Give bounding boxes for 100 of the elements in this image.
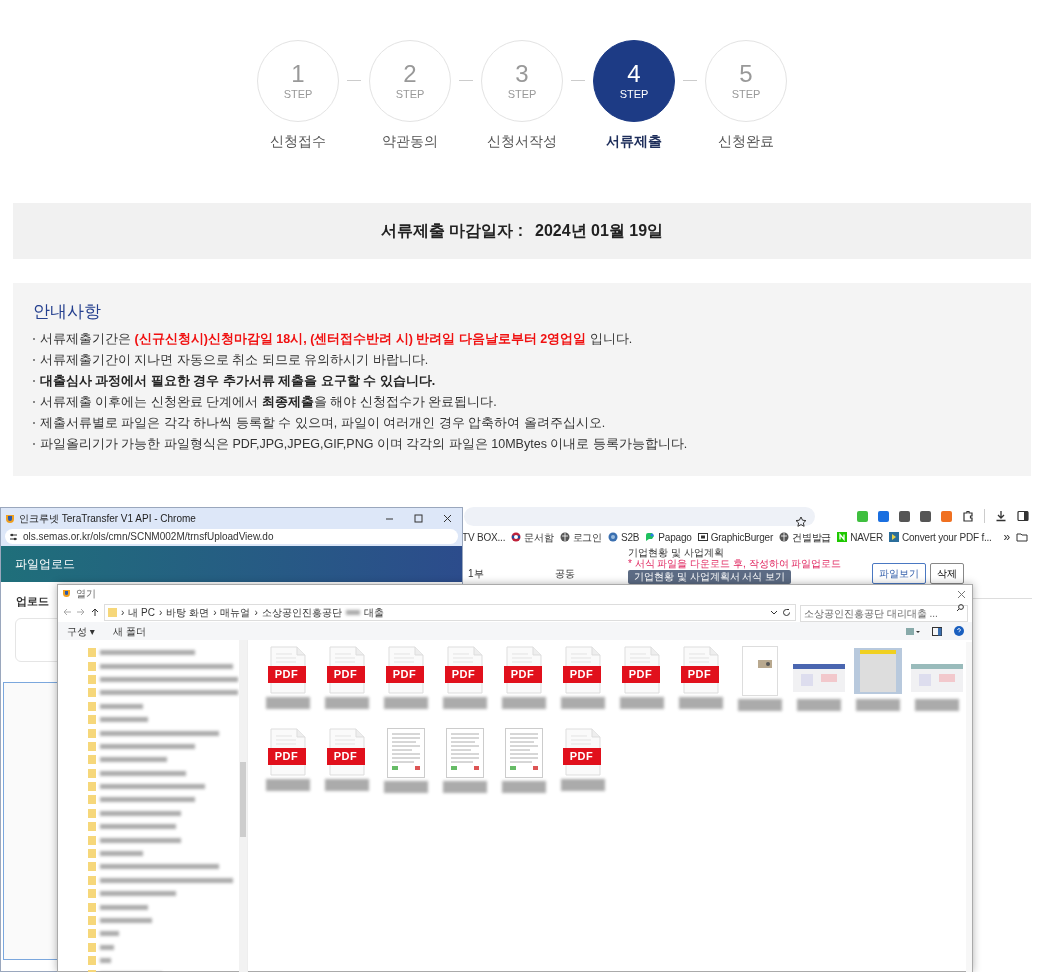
blurred-label[interactable]	[100, 730, 219, 736]
blurred-label[interactable]	[100, 891, 176, 897]
search-icon[interactable]	[956, 604, 964, 612]
document-thumbnail[interactable]	[741, 646, 778, 696]
blurred-label[interactable]	[100, 810, 181, 816]
notice-text: 서류제출기간은 (신규신청시)신청마감일 18시, (센터접수반려 시) 반려일 다음날로부터 2영업일 입니다.	[40, 330, 633, 348]
side-panel-icon[interactable]	[1017, 510, 1029, 522]
close-icon[interactable]	[957, 589, 966, 599]
scrollbar[interactable]	[966, 642, 972, 972]
template-button[interactable]: 기업현황 및 사업계획서 서식 보기	[628, 570, 792, 584]
blurred-label[interactable]	[100, 770, 186, 776]
blurred-label[interactable]	[100, 864, 219, 870]
blurred-label[interactable]	[100, 851, 143, 857]
window-title: 인크루넷 TeraTransfer V1 API - Chrome	[19, 512, 197, 526]
path-separator: ›	[254, 605, 258, 620]
maximize-icon[interactable]	[414, 514, 423, 523]
delete-button[interactable]: 삭제	[930, 562, 964, 584]
pdf-file-icon[interactable]: PDF	[562, 728, 603, 776]
blurred-label[interactable]	[100, 676, 238, 682]
image-thumbnail[interactable]	[851, 646, 904, 696]
folder-icon[interactable]	[1016, 532, 1028, 542]
view-icon[interactable]	[906, 626, 920, 636]
pdf-file-icon[interactable]: PDF	[326, 728, 367, 776]
document-thumbnail[interactable]	[386, 728, 425, 778]
bookmark-link[interactable]: GraphicBurger	[710, 529, 774, 545]
blurred-label[interactable]	[100, 904, 148, 910]
app-icon	[5, 513, 15, 524]
path-segment[interactable]: 대출	[363, 604, 384, 620]
pdf-file-icon[interactable]: PDF	[326, 646, 367, 694]
blurred-label[interactable]	[100, 944, 115, 950]
blurred-label[interactable]	[100, 650, 195, 656]
site-settings-icon[interactable]	[9, 532, 18, 541]
pdf-file-icon[interactable]: PDF	[444, 646, 485, 694]
blurred-label	[501, 697, 546, 709]
notice-text: 제출서류별로 파일은 각각 하나씩 등록할 수 있으며, 파일이 여러개인 경우 압축하여 올려주십시오.	[40, 414, 606, 432]
blurred-label[interactable]	[100, 703, 143, 709]
preview-pane-icon[interactable]	[932, 626, 942, 636]
bookmark-link[interactable]: 건별발급	[792, 529, 832, 545]
bookmark-link[interactable]: TV BOX...	[462, 529, 506, 545]
search-field[interactable]: 소상공인진흥공단 대리대출 ...	[800, 605, 968, 622]
path-segment[interactable]: 바탕 화면	[166, 604, 210, 620]
refresh-icon[interactable]	[782, 607, 791, 617]
url-field[interactable]: ols.semas.or.kr/ols/cmn/SCNM002M/trnsfUploadView.do	[5, 529, 458, 544]
pdf-file-icon[interactable]: PDF	[267, 728, 308, 776]
up-icon[interactable]	[90, 607, 100, 617]
blurred-label[interactable]	[100, 877, 233, 883]
help-icon[interactable]	[954, 626, 964, 636]
blurred-label	[383, 697, 428, 709]
blurred-label[interactable]	[100, 918, 153, 923]
extension-icon[interactable]	[899, 510, 910, 522]
blurred-label[interactable]	[100, 931, 119, 937]
pdf-file-icon[interactable]: PDF	[562, 646, 603, 694]
path-segment[interactable]: 매뉴얼	[220, 604, 251, 620]
more-bookmarks-button[interactable]: »	[1003, 528, 1010, 546]
page-header: 파일업로드	[1, 546, 462, 582]
step-circle[interactable]: 4 STEP	[593, 40, 675, 122]
blurred-label[interactable]	[100, 690, 238, 696]
blurred-label[interactable]	[100, 743, 195, 749]
pdf-file-icon[interactable]: PDF	[680, 646, 721, 694]
extension-icon[interactable]	[920, 510, 931, 522]
close-icon[interactable]	[443, 514, 452, 523]
view-file-button[interactable]: 파일보기	[872, 562, 926, 584]
table-cell: 기업현황 및 사업계획	[628, 547, 724, 558]
path-bar[interactable]: › 내 PC › 바탕 화면 › 매뉴얼 › 소상공인진흥공단 대출	[104, 603, 796, 621]
bookmark-link[interactable]: 문서함	[524, 529, 554, 545]
blurred-label[interactable]	[100, 784, 205, 790]
star-icon[interactable]	[795, 516, 807, 529]
pdf-file-icon[interactable]: PDF	[621, 646, 662, 694]
path-segment[interactable]: 소상공인진흥공단	[261, 604, 342, 620]
document-thumbnail[interactable]	[445, 728, 484, 778]
blurred-label[interactable]	[100, 958, 112, 964]
bookmark-link[interactable]: 로그인	[572, 529, 603, 545]
path-segment[interactable]: 내 PC	[128, 604, 155, 620]
blurred-label[interactable]	[100, 797, 195, 803]
document-thumbnail[interactable]	[504, 728, 543, 778]
bookmark-link[interactable]: S2B	[621, 529, 640, 545]
blurred-label[interactable]	[100, 717, 148, 723]
pdf-file-icon[interactable]: PDF	[503, 646, 544, 694]
pdf-file-icon[interactable]: PDF	[267, 646, 308, 694]
bookmark-link[interactable]: Papago	[658, 529, 692, 545]
blurred-label	[383, 781, 428, 793]
blurred-label[interactable]	[100, 757, 167, 763]
organize-menu[interactable]: 구성 ▾	[67, 623, 95, 639]
blurred-label[interactable]	[100, 663, 233, 669]
blurred-label[interactable]	[100, 837, 181, 843]
blurred-label[interactable]	[100, 824, 176, 830]
blurred-label	[501, 781, 546, 793]
bookmark-link[interactable]: NAVER	[850, 529, 883, 545]
blurred-label	[560, 779, 605, 791]
bookmark-link[interactable]: Convert your PDF f...	[902, 529, 992, 545]
new-folder-button[interactable]: 새 폴더	[112, 623, 146, 639]
download-icon[interactable]	[995, 510, 1007, 522]
scrollbar[interactable]	[239, 640, 247, 972]
forward-icon[interactable]	[76, 607, 86, 617]
form-note: * 서식 파일을 다운로드 후, 작성하여 파일업로드	[628, 558, 842, 570]
back-icon[interactable]	[62, 607, 72, 617]
dropdown-icon[interactable]	[770, 608, 778, 616]
pdf-file-icon[interactable]: PDF	[385, 646, 426, 694]
extension-icon[interactable]	[878, 510, 889, 522]
puzzle-icon[interactable]	[962, 510, 974, 522]
